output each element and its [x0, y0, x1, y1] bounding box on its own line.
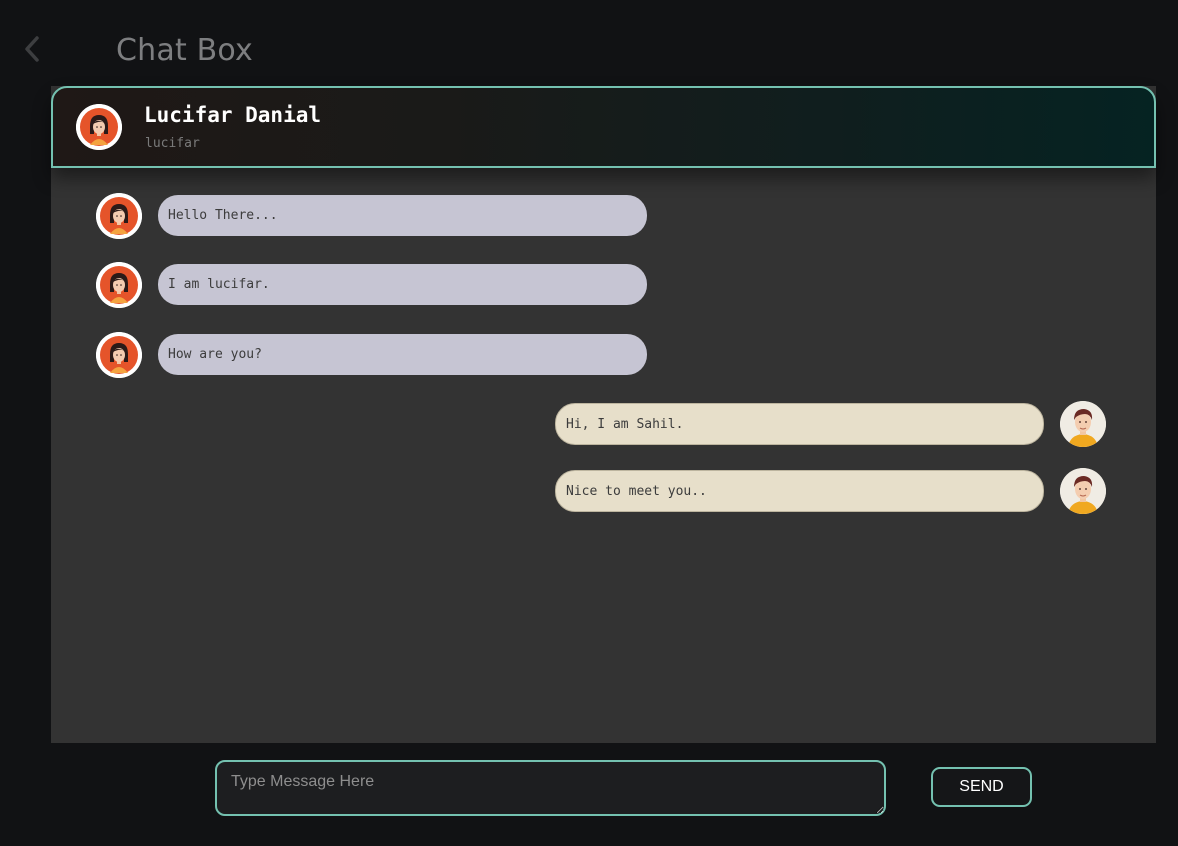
chat-page: Chat Box Lucifar Danial lucifar Hello Th… [0, 0, 1178, 846]
chat-panel: Lucifar Danial lucifar Hello There... I … [51, 86, 1156, 743]
contact-name: Lucifar Danial [144, 103, 322, 127]
chat-header: Lucifar Danial lucifar [51, 86, 1156, 168]
contact-handle: lucifar [145, 136, 200, 151]
female-avatar-icon [96, 193, 142, 239]
send-button[interactable]: SEND [931, 767, 1032, 807]
message-bubble-incoming: How are you? [158, 334, 647, 375]
page-title: Chat Box [116, 33, 254, 68]
male-avatar-icon [1060, 401, 1106, 447]
male-avatar-icon [1060, 468, 1106, 514]
message-bubble-incoming: Hello There... [158, 195, 647, 236]
female-avatar-icon [96, 262, 142, 308]
message-bubble-outgoing: Nice to meet you.. [555, 470, 1044, 512]
message-input[interactable] [215, 760, 886, 816]
female-avatar-icon [76, 104, 122, 150]
message-bubble-incoming: I am lucifar. [158, 264, 647, 305]
contact-avatar[interactable] [76, 104, 122, 150]
female-avatar-icon [96, 332, 142, 378]
message-bubble-outgoing: Hi, I am Sahil. [555, 403, 1044, 445]
chevron-left-icon [25, 36, 39, 62]
back-button[interactable] [18, 32, 46, 66]
